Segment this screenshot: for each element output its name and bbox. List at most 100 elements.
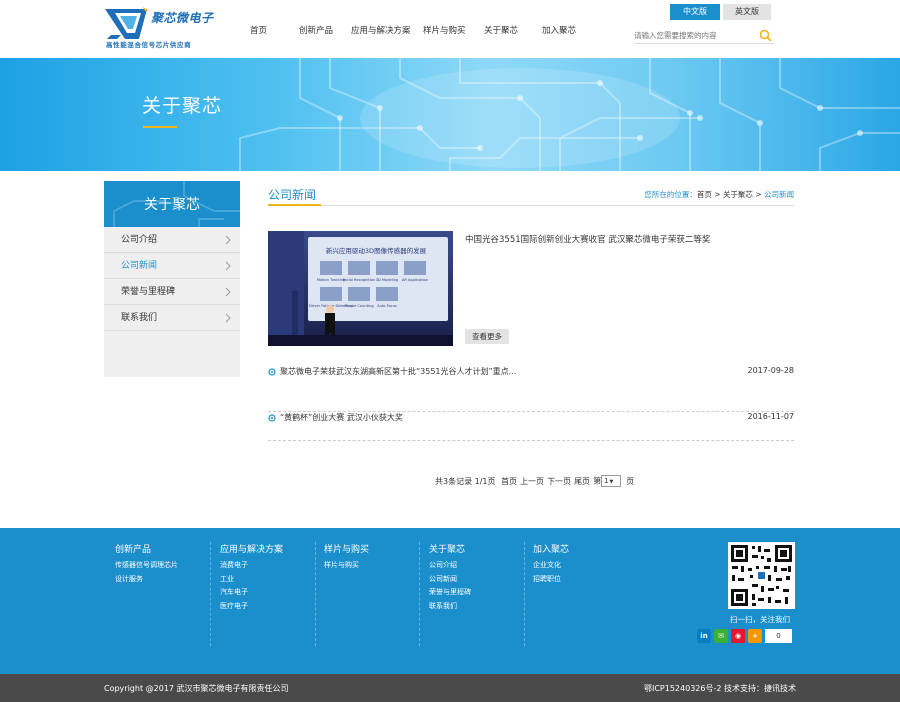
- footer-link[interactable]: 企业文化: [533, 559, 629, 573]
- slide-cell-label: Facial Recognition: [343, 278, 375, 282]
- breadcrumb: 您所在的位置：首页 > 关于聚芯 > 公司新闻: [644, 189, 794, 200]
- news-title[interactable]: “黄鹤杯”创业大赛 武汉小伙获大奖: [280, 412, 403, 423]
- sidebar-item-news[interactable]: 公司新闻: [104, 253, 240, 279]
- sidebar-item-contact[interactable]: 联系我们: [104, 305, 240, 331]
- page-banner: 关于聚芯: [0, 58, 900, 171]
- slide-cell-label: 3D Modeling: [376, 278, 399, 282]
- breadcrumb-separator: >: [711, 190, 723, 199]
- breadcrumb-home[interactable]: 首页: [697, 190, 712, 199]
- pagination-goto-suffix: 页: [626, 476, 635, 486]
- pagination-last[interactable]: 尾页: [574, 477, 590, 486]
- footer-column-title[interactable]: 关于聚芯: [429, 542, 524, 555]
- slide-cell-label: Auto Focus: [377, 304, 397, 308]
- nav-samples[interactable]: 样片与购买: [423, 24, 466, 36]
- pagination-prev[interactable]: 上一页: [520, 477, 544, 486]
- site-header: 聚芯微电子 高性能混合信号芯片供应商 首页 创新产品 应用与解决方案 样片与购买…: [0, 0, 900, 58]
- nav-products[interactable]: 创新产品: [299, 24, 333, 36]
- chevron-right-icon: [225, 235, 231, 245]
- footer-link[interactable]: 公司介绍: [429, 559, 524, 573]
- chevron-right-icon: [225, 287, 231, 297]
- banner-title: 关于聚芯: [142, 95, 223, 117]
- nav-about[interactable]: 关于聚芯: [484, 24, 518, 36]
- weibo-icon[interactable]: ◉: [731, 629, 745, 643]
- footer-link[interactable]: 汽车电子: [220, 586, 315, 600]
- lang-chinese-button[interactable]: 中文版: [670, 4, 720, 20]
- section-divider-accent: [268, 204, 321, 206]
- circle-bullet-icon: [268, 414, 276, 422]
- news-list-item[interactable]: 聚芯微电子荣获武汉东湖高新区第十批“3551光谷人才计划”重点... 2017-…: [268, 366, 794, 412]
- footer-link[interactable]: 医疗电子: [220, 600, 315, 614]
- sidebar-item-label: 荣誉与里程碑: [121, 287, 176, 297]
- news-title[interactable]: 聚芯微电子荣获武汉东湖高新区第十批“3551光谷人才计划”重点...: [280, 366, 516, 377]
- page-select-value: 1: [604, 477, 609, 485]
- linkedin-icon[interactable]: in: [697, 629, 711, 643]
- footer-link[interactable]: 招聘职位: [533, 573, 629, 587]
- footer-link[interactable]: 设计服务: [115, 573, 210, 587]
- sidebar-title: 关于聚芯: [144, 197, 200, 213]
- slide-cell-label: People Counting: [344, 304, 373, 308]
- sidebar-item-label: 公司新闻: [121, 261, 158, 271]
- nav-join[interactable]: 加入聚芯: [542, 24, 576, 36]
- pagination-next[interactable]: 下一页: [547, 477, 571, 486]
- breadcrumb-lead: 您所在的位置：: [644, 190, 697, 199]
- slide-heading: 新兴应用驱动3D图像传感器的发展: [326, 246, 427, 255]
- footer-link[interactable]: 荣誉与里程碑: [429, 586, 524, 600]
- featured-news-title[interactable]: 中国光谷3551国际创新创业大赛收官 武汉聚芯微电子荣获二等奖: [465, 233, 710, 245]
- news-date: 2017-09-28: [747, 366, 795, 375]
- copyright-text: Copyright @2017 武汉市聚芯微电子有限责任公司: [104, 684, 289, 693]
- pagination-summary: 共3条记录 1/1页: [435, 476, 496, 486]
- view-more-button[interactable]: 查看更多: [465, 329, 509, 344]
- sidebar-item-intro[interactable]: 公司介绍: [104, 227, 240, 253]
- footer-column-title[interactable]: 应用与解决方案: [220, 542, 315, 555]
- footer-column: 关于聚芯 公司介绍 公司新闻 荣誉与里程碑 联系我们: [429, 542, 525, 646]
- circuit-pattern: [239, 58, 900, 171]
- search-icon[interactable]: [759, 29, 772, 42]
- sidebar-item-label: 公司介绍: [121, 235, 158, 245]
- sidebar-item-honors[interactable]: 荣誉与里程碑: [104, 279, 240, 305]
- search-box: [634, 28, 774, 44]
- footer-column-title[interactable]: 创新产品: [115, 542, 210, 555]
- qr-caption: 扫一扫，关注我们: [730, 615, 790, 624]
- footer-column: 加入聚芯 企业文化 招聘职位: [533, 542, 629, 646]
- footer-column-title[interactable]: 加入聚芯: [533, 542, 629, 555]
- share-count: 0: [765, 629, 792, 643]
- chevron-right-icon: [225, 313, 231, 323]
- search-input[interactable]: [634, 28, 754, 43]
- page-select[interactable]: 1▼: [601, 475, 622, 487]
- qr-code: [728, 542, 795, 609]
- pagination: 共3条记录 1/1页 首页 上一页 下一页 尾页第 1▼ 页: [435, 475, 637, 487]
- slide-cell-label: Motion Tracking: [317, 278, 345, 282]
- wechat-icon[interactable]: ✉: [714, 629, 728, 643]
- breadcrumb-section[interactable]: 关于聚芯: [723, 190, 753, 199]
- plus-share-icon[interactable]: +: [748, 629, 762, 643]
- footer-link[interactable]: 工业: [220, 573, 315, 587]
- nav-home[interactable]: 首页: [250, 24, 267, 36]
- footer-link[interactable]: 消费电子: [220, 559, 315, 573]
- icp-license[interactable]: 鄂ICP15240326号-2 技术支持：捷讯技术: [644, 683, 796, 694]
- footer-link[interactable]: 联系我们: [429, 600, 524, 614]
- banner-underline: [143, 126, 177, 128]
- pagination-goto-prefix: 第: [593, 476, 602, 486]
- slide-cell-label: AR Application: [402, 278, 428, 282]
- breadcrumb-current: 公司新闻: [764, 190, 794, 199]
- news-list-item[interactable]: “黄鹤杯”创业大赛 武汉小伙获大奖 2016-11-07: [268, 412, 794, 441]
- footer-column-title[interactable]: 样片与购买: [324, 542, 419, 555]
- sidebar: 关于聚芯 公司介绍 公司新闻 荣誉与里程碑 联系我们: [104, 181, 240, 377]
- nav-solutions[interactable]: 应用与解决方案: [351, 24, 411, 36]
- site-footer: 创新产品 传感器信号调理芯片 设计服务 应用与解决方案 消费电子 工业 汽车电子…: [0, 528, 900, 674]
- footer-link[interactable]: 公司新闻: [429, 573, 524, 587]
- breadcrumb-separator: >: [752, 190, 764, 199]
- logo-wordmark: 聚芯微电子: [151, 11, 214, 25]
- footer-column: 创新产品 传感器信号调理芯片 设计服务: [115, 542, 211, 646]
- footer-link[interactable]: 样片与购买: [324, 559, 419, 573]
- featured-news-image[interactable]: 新兴应用驱动3D图像传感器的发展 Motion Tracking Facial …: [268, 231, 453, 346]
- section-divider: [268, 205, 794, 206]
- news-date: 2016-11-07: [747, 412, 795, 421]
- copyright-bar: Copyright @2017 武汉市聚芯微电子有限责任公司 鄂ICP15240…: [0, 674, 900, 702]
- footer-link[interactable]: 传感器信号调理芯片: [115, 559, 210, 573]
- footer-column: 应用与解决方案 消费电子 工业 汽车电子 医疗电子: [220, 542, 316, 646]
- sidebar-header: 关于聚芯: [104, 181, 240, 227]
- footer-column: 样片与购买 样片与购买: [324, 542, 420, 646]
- pagination-first[interactable]: 首页: [501, 477, 517, 486]
- lang-english-button[interactable]: 英文版: [723, 4, 771, 20]
